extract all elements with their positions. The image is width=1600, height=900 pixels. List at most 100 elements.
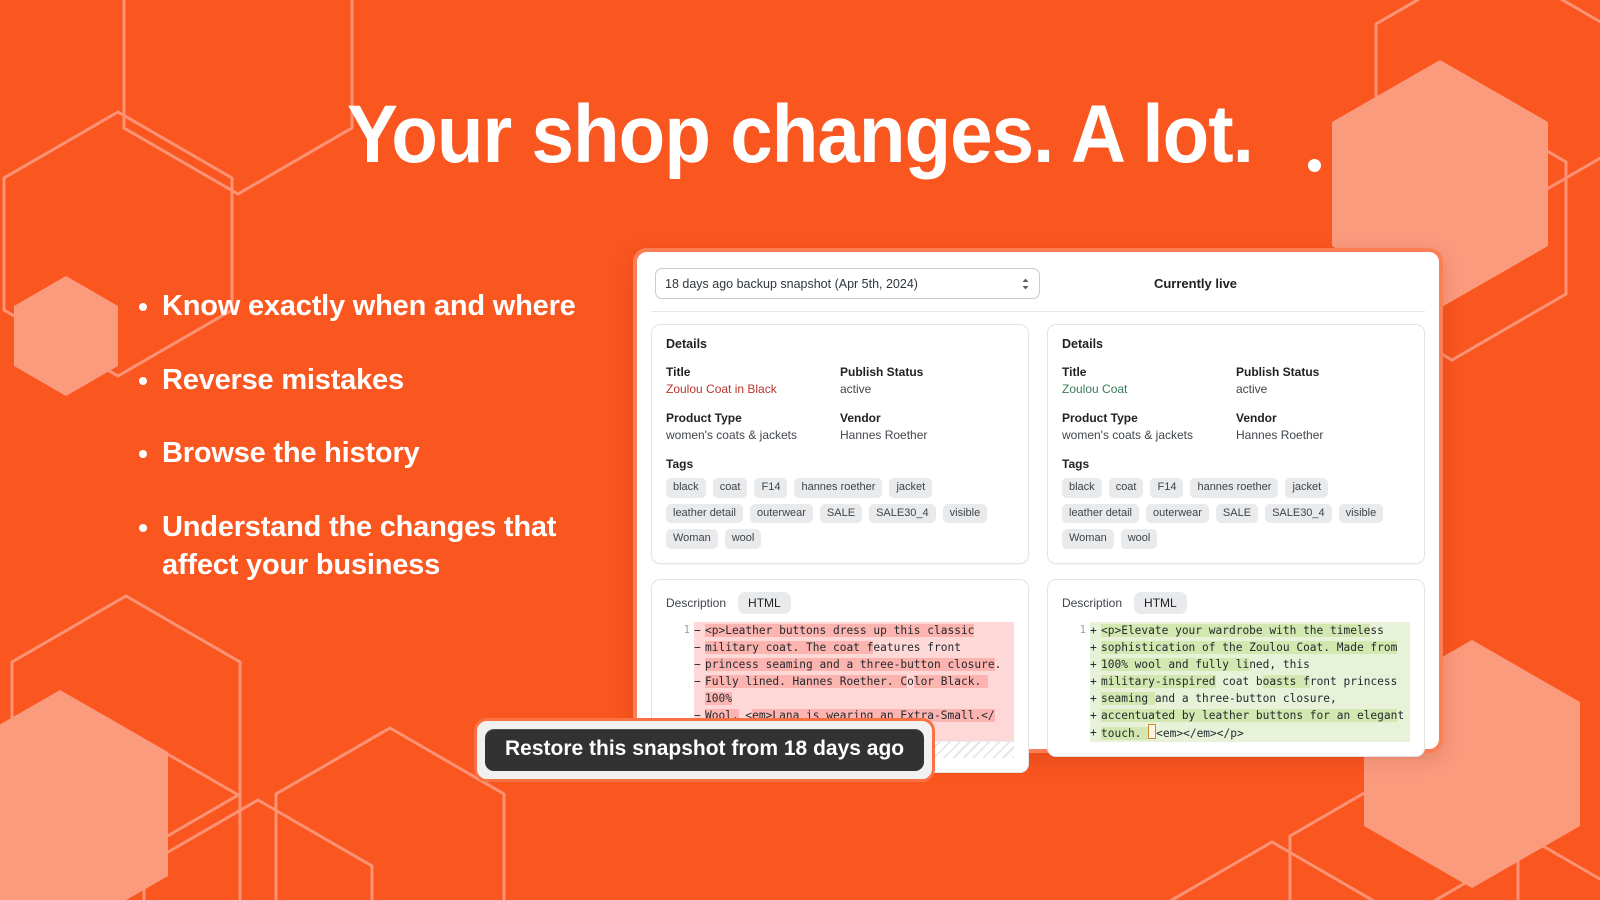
line-number: 1 [1079,623,1086,636]
tag-chip: leather detail [1062,503,1139,524]
chevron-updown-icon [1021,277,1030,291]
field-vendor: Vendor Hannes Roether [1236,411,1410,442]
code-text: 100% wool and fully lined, this [1101,655,1410,673]
tag-list: black coat F14 hannes roether jacket leather … [666,478,1014,549]
pane-snapshot: Details Title Zoulou Coat in Black Publi… [651,324,1029,773]
feature-bullet-list: Know exactly when and where Reverse mist… [130,288,600,584]
snapshot-select[interactable]: 18 days ago backup snapshot (Apr 5th, 20… [655,268,1040,299]
code-text: princess seaming and a three-button clos… [705,655,1014,673]
field-value: Hannes Roether [1236,428,1324,442]
code-line: 1 + <p>Elevate your wardrobe with the time… [1062,621,1410,639]
diff-sign: + [1090,689,1101,707]
tag-chip: coat [712,478,748,498]
diff-sign: − [694,672,705,707]
tag-chip: visible [1338,503,1384,524]
code-line: + touch. <em></em></p> [1062,723,1410,742]
line-number [1062,690,1090,707]
restore-button-highlight: Restore this snapshot from 18 days ago [474,718,936,782]
tag-chip: wool [724,529,762,549]
code-text: <p>Leather buttons dress up this classic [705,621,1014,639]
code-text: <p>Elevate your wardrobe with the timele… [1101,621,1410,639]
tag-chip: Woman [1062,529,1114,549]
details-heading: Details [666,337,707,351]
tag-chip: wool [1120,529,1158,549]
tag-chip: hannes roether [794,478,883,498]
field-product-type: Product Type women's coats & jackets [1062,411,1236,442]
field-title: Title Zoulou Coat in Black [666,365,840,396]
diff-sign: − [694,638,705,656]
tag-chip: black [1062,478,1102,498]
tag-chip: outerwear [750,503,813,524]
tab-description[interactable]: Description [666,596,726,610]
field-title: Title Zoulou Coat [1062,365,1236,396]
diff-panes: Details Title Zoulou Coat in Black Publi… [651,312,1425,773]
details-heading: Details [1062,337,1103,351]
code-text: accentuated by leather buttons for an el… [1101,706,1410,724]
description-card-live: Description HTML 1 + <p>Elevate your wardr… [1047,578,1425,757]
field-label: Title [1062,365,1087,379]
pane-live: Details Title Zoulou Coat Publish Status… [1047,324,1425,773]
list-item: Browse the history [162,435,600,473]
app-preview-card: 18 days ago backup snapshot (Apr 5th, 20… [633,248,1443,773]
tags-label: Tags [1062,457,1090,471]
details-card-live: Details Title Zoulou Coat Publish Status… [1047,324,1425,564]
tag-chip: leather detail [666,503,743,524]
field-label: Product Type [1062,411,1138,425]
code-text: military-inspired coat boasts front prin… [1101,672,1410,690]
page-headline: Your shop changes. A lot. [346,89,1254,180]
code-text: sophistication of the Zoulou Coat. Made … [1101,638,1410,656]
tag-chip: F14 [1150,478,1184,498]
snapshot-select-value: 18 days ago backup snapshot (Apr 5th, 20… [665,276,918,291]
tag-chip: hannes roether [1190,478,1279,498]
field-vendor: Vendor Hannes Roether [840,411,1014,442]
list-item: Know exactly when and where [162,288,600,326]
field-value: Hannes Roether [840,428,928,442]
line-number [1062,656,1090,673]
code-diff-live: 1 + <p>Elevate your wardrobe with the time… [1062,621,1410,742]
diff-sign: − [694,621,705,639]
diff-sign: − [694,655,705,673]
line-number [1062,673,1090,690]
tab-html[interactable]: HTML [738,591,791,614]
diff-sign: + [1090,723,1101,742]
field-label: Title [666,365,691,379]
field-value: Zoulou Coat in Black [666,382,777,396]
field-publish-status: Publish Status active [840,365,1014,396]
list-item: Understand the changes that affect your … [162,509,600,584]
line-number [666,639,694,656]
tag-chip: black [666,478,706,498]
field-label: Publish Status [840,365,924,379]
field-label: Product Type [666,411,742,425]
field-publish-status: Publish Status active [1236,365,1410,396]
diff-sign: + [1090,621,1101,639]
tag-chip: visible [942,503,988,524]
code-text: military coat. The coat features front [705,638,1014,656]
tag-list: black coat F14 hannes roether jacket leather … [1062,478,1410,549]
currently-live-label: Currently live [1153,276,1238,291]
code-line: − military coat. The coat features front [666,638,1014,656]
field-product-type: Product Type women's coats & jackets [666,411,840,442]
field-value: active [1236,382,1268,396]
diff-sign: + [1090,638,1101,656]
tab-description[interactable]: Description [1062,596,1122,610]
field-value: women's coats & jackets [1062,428,1194,442]
line-number [666,673,694,707]
code-line: + military-inspired coat boasts front pri… [1062,672,1410,690]
code-text: seaming and a three-button closure, [1101,689,1410,707]
code-line: − Fully lined. Hannes Roether. Color Blac… [666,672,1014,707]
field-value: active [840,382,872,396]
field-value: Zoulou Coat [1062,382,1128,396]
code-text: Fully lined. Hannes Roether. Color Black… [705,672,1014,707]
code-line: + sophistication of the Zoulou Coat. Made… [1062,638,1410,656]
line-number: 1 [683,623,690,636]
restore-snapshot-button[interactable]: Restore this snapshot from 18 days ago [485,729,925,771]
field-label: Publish Status [1236,365,1320,379]
code-line: +100% wool and fully lined, this [1062,655,1410,673]
code-line: 1− <p>Leather buttons dress up this class… [666,621,1014,639]
tab-html[interactable]: HTML [1134,591,1187,614]
field-label: Vendor [840,411,881,425]
tag-chip: SALE30_4 [869,503,936,524]
code-text: touch. <em></em></p> [1101,723,1410,742]
code-line: + seaming and a three-button closure, [1062,689,1410,707]
line-number [666,656,694,673]
